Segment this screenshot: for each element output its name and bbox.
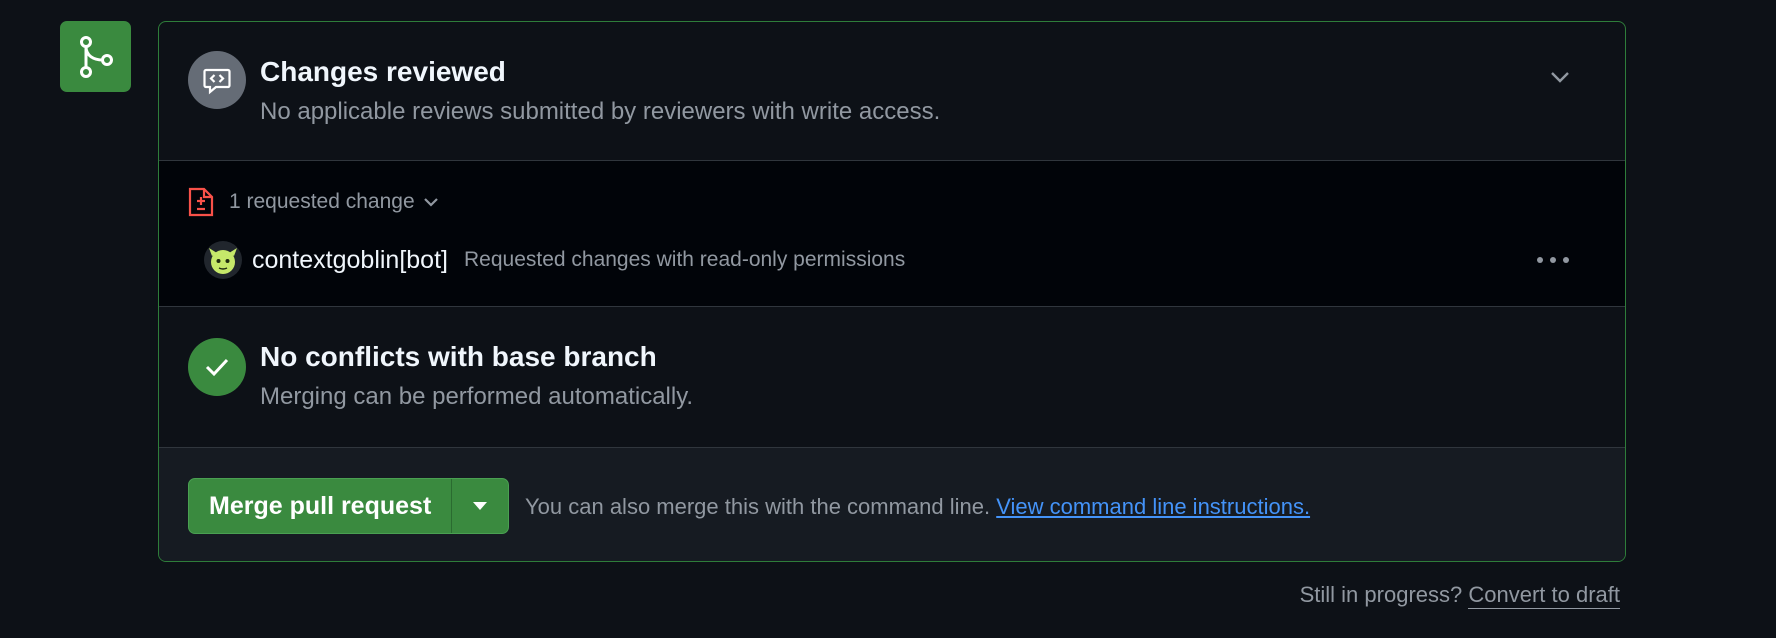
reviewer-more-options-button[interactable] <box>1531 243 1575 277</box>
merge-button-group: Merge pull request <box>188 478 510 534</box>
requested-changes-section: 1 requested change contextgoblin[bot] Re… <box>159 161 1625 307</box>
git-merge-icon <box>79 35 113 78</box>
goblin-avatar-icon <box>209 248 237 274</box>
git-merge-icon-box <box>60 21 131 92</box>
draft-prompt: Still in progress? <box>1299 582 1469 607</box>
review-section: Changes reviewed No applicable reviews s… <box>159 22 1625 161</box>
merge-section: Merge pull request You can also merge th… <box>159 448 1625 561</box>
requested-change-count: 1 requested change <box>229 190 415 213</box>
check-icon <box>205 358 229 377</box>
code-review-icon <box>203 68 231 95</box>
merge-hint-text: You can also merge this with the command… <box>525 494 997 519</box>
reviewer-note: Requested changes with read-only permiss… <box>463 248 906 271</box>
triangle-down-icon <box>473 502 488 510</box>
chevron-down-icon <box>1551 72 1569 83</box>
kebab-horizontal-icon <box>1537 257 1569 263</box>
merge-method-dropdown-button[interactable] <box>452 479 508 533</box>
reviewer-row: contextgoblin[bot] Requested changes wit… <box>204 241 905 279</box>
command-line-instructions-link[interactable]: View command line instructions. <box>996 494 1310 519</box>
review-title: Changes reviewed <box>260 56 506 87</box>
reviewer-name[interactable]: contextgoblin[bot] <box>252 246 448 275</box>
expand-reviews-button[interactable] <box>1540 57 1580 97</box>
draft-line: Still in progress? Convert to draft <box>1299 582 1620 609</box>
review-status-icon <box>188 51 246 109</box>
conflicts-subtitle: Merging can be performed automatically. <box>260 383 694 410</box>
convert-to-draft-link[interactable]: Convert to draft <box>1468 582 1620 609</box>
merge-pull-request-button[interactable]: Merge pull request <box>189 479 453 533</box>
conflicts-section: No conflicts with base branch Merging ca… <box>159 307 1625 448</box>
review-subtitle: No applicable reviews submitted by revie… <box>260 98 941 125</box>
merge-hint: You can also merge this with the command… <box>525 494 1310 520</box>
file-diff-icon <box>188 187 214 217</box>
merge-box: Changes reviewed No applicable reviews s… <box>158 21 1626 562</box>
conflicts-title: No conflicts with base branch <box>260 341 657 372</box>
conflicts-status-icon <box>188 338 246 396</box>
chevron-down-icon <box>423 198 438 207</box>
avatar[interactable] <box>204 241 242 279</box>
requested-changes-toggle[interactable]: 1 requested change <box>187 186 439 218</box>
